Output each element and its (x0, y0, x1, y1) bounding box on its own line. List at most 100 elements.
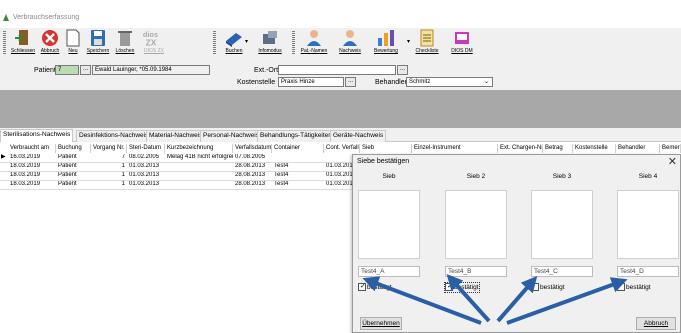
column-header[interactable]: Betrag (543, 144, 573, 153)
sieve-name-field[interactable]: Test4_D (617, 266, 679, 277)
behandler-value: Schmitz (409, 79, 431, 85)
cancel-button[interactable]: Abbruch (38, 28, 62, 58)
sieve-column-2: Sieb 2 Test4_B ✓ bestätigt (444, 172, 507, 293)
app-icon (3, 14, 9, 21)
ext-ort-label: Ext.-Ort (254, 67, 279, 74)
sieve-name-field[interactable]: Test4_B (445, 266, 507, 277)
info-mode-button[interactable]: Infomodus (254, 28, 286, 58)
confirm-label: bestätigt (454, 284, 479, 291)
kostenstelle-lookup-button[interactable]: ... (345, 77, 356, 87)
toolbar-grip[interactable] (213, 31, 216, 55)
rating-dropdown-icon[interactable]: ▾ (407, 38, 410, 45)
dios-zx-button[interactable]: dios ZX DIOS ZX (139, 28, 169, 58)
tab-desinfektions-nachweis[interactable]: Desinfektions-Nachweis (76, 130, 152, 142)
book-button[interactable]: Buchen ▾ (219, 28, 249, 58)
new-document-icon (66, 29, 80, 47)
confirm-checkbox[interactable]: ✓ bestätigt (444, 282, 480, 293)
column-header[interactable]: Ext. Chargen-Nr. (498, 144, 543, 153)
book-dropdown-icon[interactable]: ▾ (245, 38, 248, 45)
sieve-name-field[interactable]: Test4_A (358, 266, 420, 277)
cell-steri-datum: 01.03.2013 (129, 163, 160, 169)
cell-verfallsdatum: 28.08.2013 (235, 181, 266, 187)
toolbar-grip[interactable] (3, 31, 6, 55)
proof-person-icon (343, 30, 357, 46)
confirm-checkbox[interactable]: bestätigt (617, 283, 651, 292)
patient-label: Patient (34, 67, 56, 74)
column-header[interactable]: Cont. Verfall (324, 144, 360, 153)
rating-label: Bewertung (374, 48, 398, 54)
cell-vorgang-nr: 7 (121, 154, 125, 160)
check-mark-icon: ✓ (360, 283, 366, 291)
sieve-column-4: Sieb 4 Test4_D bestätigt (617, 172, 679, 292)
checkbox-box[interactable] (531, 283, 539, 292)
cell-buchung: Patient (58, 163, 77, 169)
tab-behandlungs-taetigkeiten[interactable]: Behandlungs-Tätigkeiten (257, 130, 335, 142)
confirm-label: bestätigt (626, 284, 651, 291)
cell-kurzbezeichnung: Melag 41B nicht erfolgreich (167, 154, 233, 160)
column-header[interactable]: Steri-Datum (127, 144, 165, 153)
ext-ort-field[interactable] (278, 65, 396, 75)
delete-trash-icon (118, 31, 132, 46)
delete-button[interactable]: Löschen (113, 28, 137, 58)
cell-container: Test4 (274, 163, 289, 169)
checkbox-box[interactable]: ✓ (445, 283, 453, 292)
tab-geraete-nachweis[interactable]: Geräte-Nachweis (330, 130, 387, 142)
close-icon[interactable]: ✕ (668, 155, 677, 169)
kostenstelle-label: Kostenstelle (237, 79, 276, 86)
delete-label: Löschen (115, 48, 135, 54)
cancel-dialog-button[interactable]: Abbruch (636, 317, 676, 330)
cancel-x-icon (42, 30, 58, 46)
column-header[interactable]: Verbraucht am (8, 144, 56, 153)
toolbar-grip[interactable] (292, 31, 295, 55)
tab-personal-nachweis[interactable]: Personal-Nachweis (200, 130, 262, 142)
patient-lookup-button[interactable]: ... (80, 65, 91, 75)
column-header[interactable]: Container (272, 144, 324, 153)
save-button[interactable]: Speichern (85, 28, 111, 58)
checkbox-box[interactable] (617, 283, 625, 292)
checklist-button[interactable]: Checkliste (413, 28, 441, 58)
sieve-image-area (445, 190, 507, 259)
patient-id-field[interactable]: 7 (55, 65, 79, 75)
dialog-title: Siebe bestätigen (357, 158, 410, 165)
book-label: Buchen (225, 48, 243, 54)
rating-button[interactable]: Bewertung ▾ (369, 28, 410, 58)
dios-dm-label: DIOS DM (451, 48, 473, 54)
sieve-header: Sieb 2 (466, 173, 486, 180)
new-button[interactable]: Neu (63, 28, 83, 58)
cell-cont-verfall: 01.03.2015 (326, 172, 352, 178)
close-app-button[interactable]: Schliessen (9, 28, 37, 58)
behandler-select[interactable]: Schmitz ⌄ (406, 77, 493, 87)
cell-vorgang-nr: 1 (121, 181, 125, 187)
column-header[interactable]: Behandler (616, 144, 660, 153)
window-title: Verbrauchserfassung (13, 14, 80, 21)
ext-ort-lookup-button[interactable]: ... (397, 65, 408, 75)
column-header[interactable]: Kostenstelle (573, 144, 616, 153)
confirm-checkbox[interactable]: bestätigt (531, 283, 565, 292)
apply-button[interactable]: Übernehmen (360, 317, 402, 330)
tab-material-nachweis[interactable]: Material-Nachweis (146, 130, 206, 142)
column-header[interactable]: Verfallsdatum (233, 144, 272, 153)
checkbox-box[interactable]: ✓ (358, 283, 366, 292)
column-header[interactable]: Bemerk (660, 144, 681, 153)
cell-buchung: Patient (58, 181, 77, 187)
cell-vorgang-nr: 1 (121, 172, 125, 178)
patient-names-button[interactable]: Pat.-Namen (297, 28, 331, 58)
column-header[interactable]: Sieb (360, 144, 412, 153)
sieve-header: Sieb (382, 173, 396, 180)
checklist-icon (420, 29, 434, 47)
column-header[interactable]: Kurzbezeichnung (165, 144, 233, 153)
dios-dm-button[interactable]: DIOS DM (446, 28, 478, 58)
kostenstelle-field[interactable]: Praxis Hinze (278, 77, 344, 87)
column-header[interactable]: Einzel-Instrument (412, 144, 498, 153)
cell-verbraucht-am: 18.03.2019 (10, 181, 41, 187)
cell-steri-datum: 01.03.2013 (129, 172, 160, 178)
confirm-checkbox[interactable]: ✓ bestätigt (358, 283, 392, 292)
sieve-name-field[interactable]: Test4_C (531, 266, 593, 277)
column-header[interactable]: Buchung (56, 144, 91, 153)
tab-bar: Sterilisations-Nachweis Desinfektions-Na… (0, 128, 681, 142)
proof-button[interactable]: Nachweis (335, 28, 365, 58)
checklist-label: Checkliste (415, 48, 439, 54)
tab-sterilisations-nachweis[interactable]: Sterilisations-Nachweis (0, 129, 74, 142)
column-header[interactable]: Vorgang Nr. (91, 144, 127, 153)
save-label: Speichern (86, 48, 110, 54)
